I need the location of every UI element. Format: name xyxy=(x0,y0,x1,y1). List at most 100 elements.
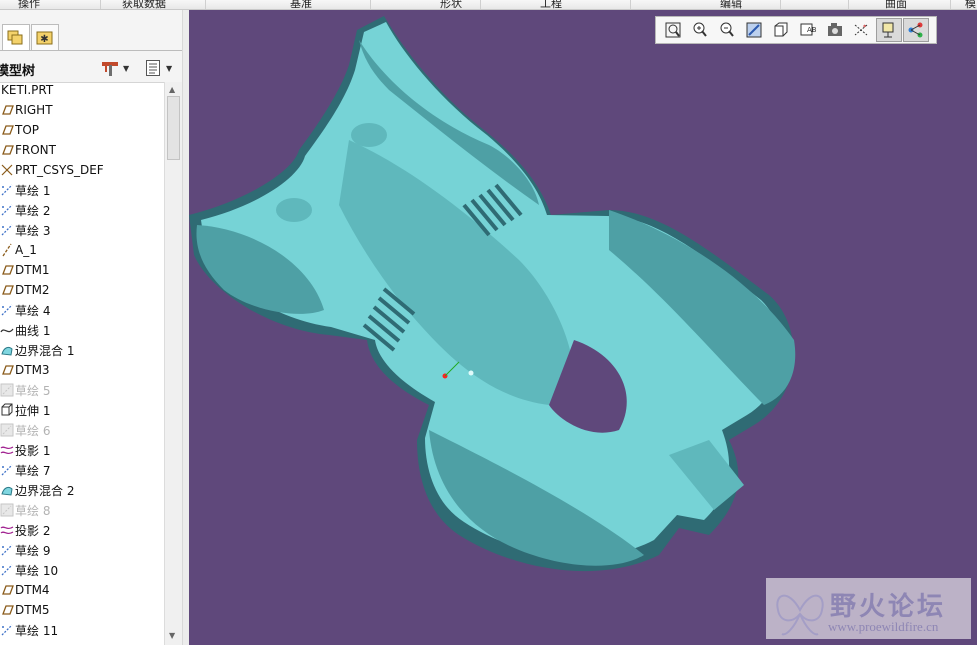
tree-item[interactable]: A_1 xyxy=(0,240,164,260)
ribbon-tab-5[interactable]: 编辑 xyxy=(720,0,742,9)
tree-item-label: DTM5 xyxy=(15,603,50,617)
tree-item[interactable]: 投影 2 xyxy=(0,520,164,540)
tree-item[interactable]: 草绘 2 xyxy=(0,200,164,220)
tree-item[interactable]: 曲线 1 xyxy=(0,320,164,340)
show-menu-button[interactable]: ▼ xyxy=(145,58,172,78)
sketch-icon xyxy=(0,623,14,637)
datum-plane-icon xyxy=(0,363,14,377)
scroll-up-icon[interactable]: ▲ xyxy=(169,85,175,94)
ribbon-tab-2[interactable]: 基准 xyxy=(290,0,312,9)
tree-item[interactable]: 草绘 11 xyxy=(0,620,164,640)
display-style-button[interactable] xyxy=(768,18,794,42)
ribbon-tab-3[interactable]: 形状 xyxy=(440,0,462,9)
tree-item-label: 草绘 2 xyxy=(15,203,51,218)
tree-item[interactable]: 投影 1 xyxy=(0,440,164,460)
ribbon-tab-0[interactable]: 操作 xyxy=(18,0,40,9)
tree-item[interactable]: TOP xyxy=(0,120,164,140)
list-settings-icon xyxy=(146,60,160,76)
butterfly-logo-icon xyxy=(776,594,824,636)
tree-scrollbar[interactable]: ▲ ▼ xyxy=(164,82,182,645)
ribbon-separator xyxy=(100,0,101,9)
tree-item-label: 曲线 1 xyxy=(15,323,51,338)
ribbon-tab-4[interactable]: 工程 xyxy=(540,0,562,9)
projection-icon xyxy=(0,443,14,457)
repaint-icon xyxy=(746,22,762,38)
tree-item[interactable]: 边界混合 2 xyxy=(0,480,164,500)
svg-text:*: * xyxy=(863,24,866,31)
zoom-in-button[interactable] xyxy=(687,18,713,42)
layers-icon xyxy=(7,30,23,44)
tree-item[interactable]: DTM5 xyxy=(0,600,164,620)
zoom-out-icon xyxy=(720,22,734,37)
repaint-button[interactable] xyxy=(741,18,767,42)
tree-item[interactable]: DTM2 xyxy=(0,280,164,300)
ribbon-tab-1[interactable]: 获取数据 xyxy=(122,0,166,9)
ribbon-separator xyxy=(480,0,481,9)
view-manager-button[interactable] xyxy=(822,18,848,42)
sketch-icon xyxy=(0,223,14,237)
spin-center-icon xyxy=(908,22,923,38)
ribbon-tab-7[interactable]: 模 xyxy=(965,0,976,9)
tree-item-label: 草绘 8 xyxy=(15,503,51,518)
tree-item[interactable]: 草绘 10 xyxy=(0,560,164,580)
datum-plane-icon xyxy=(0,103,14,117)
tree-item-label: 草绘 5 xyxy=(15,383,51,398)
tree-item-label: 草绘 6 xyxy=(15,423,51,438)
annotation-display-icon xyxy=(882,22,894,38)
tree-item[interactable]: DTM4 xyxy=(0,580,164,600)
hammer-icon xyxy=(102,62,118,76)
svg-text:AB: AB xyxy=(807,26,817,34)
left-panel: ✱ 模型树 ▼ ▼ KETI.PRT RIGHT TOP FRONT PRT_CSYS_… xyxy=(0,10,189,645)
tree-item[interactable]: FRONT xyxy=(0,140,164,160)
chevron-down-icon: ▼ xyxy=(166,63,173,73)
tree-settings-button[interactable]: ▼ xyxy=(100,58,129,78)
datum-plane-icon xyxy=(0,583,14,597)
tree-item-label: 草绘 1 xyxy=(15,183,51,198)
ribbon-separator xyxy=(950,0,951,9)
tree-item-label: 投影 1 xyxy=(15,443,51,458)
saved-views-button[interactable]: AB xyxy=(795,18,821,42)
tree-item[interactable]: 边界混合 1 xyxy=(0,340,164,360)
scrollbar-thumb[interactable] xyxy=(167,96,180,160)
tree-item[interactable]: PRT_CSYS_DEF xyxy=(0,160,164,180)
tree-item-label: TOP xyxy=(15,123,40,137)
ribbon-tab-6[interactable]: 曲面 xyxy=(885,0,907,9)
graphics-viewport[interactable]: AB * 野火论坛 www.proewildfire.cn xyxy=(189,10,977,645)
tree-item-label: DTM1 xyxy=(15,263,50,277)
datum-plane-icon xyxy=(0,123,14,137)
race-car-body-model xyxy=(189,16,796,572)
tab-favorites[interactable]: ✱ xyxy=(31,24,59,50)
tree-item[interactable]: 草绘 9 xyxy=(0,540,164,560)
tree-item[interactable]: 草绘 7 xyxy=(0,460,164,480)
datum-display-button[interactable]: * xyxy=(849,18,875,42)
tree-item[interactable]: 草绘 3 xyxy=(0,220,164,240)
tab-model-tree[interactable] xyxy=(2,24,30,50)
ribbon-separator xyxy=(370,0,371,9)
spin-center-button[interactable] xyxy=(903,18,929,42)
tree-item[interactable]: DTM3 xyxy=(0,360,164,380)
tree-item[interactable]: 草绘 8 xyxy=(0,500,164,520)
refit-button[interactable] xyxy=(660,18,686,42)
axis-icon xyxy=(0,243,14,257)
sketch-icon xyxy=(0,303,14,317)
watermark-url: www.proewildfire.cn xyxy=(828,619,939,634)
tree-item[interactable]: RIGHT xyxy=(0,100,164,120)
forum-watermark: 野火论坛 www.proewildfire.cn xyxy=(766,578,971,639)
tree-item[interactable]: KETI.PRT xyxy=(0,83,164,100)
tree-item[interactable]: 拉伸 1 xyxy=(0,400,164,420)
tree-item[interactable]: DTM1 xyxy=(0,260,164,280)
zoom-in-icon xyxy=(693,22,707,37)
ribbon-separator xyxy=(205,0,206,9)
tree-item-label: 草绘 11 xyxy=(15,623,59,638)
annotation-display-button[interactable] xyxy=(876,18,902,42)
tree-item[interactable]: 草绘 5 xyxy=(0,380,164,400)
sketch-icon xyxy=(0,563,14,577)
tree-item[interactable]: 草绘 1 xyxy=(0,180,164,200)
extrude-icon xyxy=(0,403,14,417)
tree-item[interactable]: 草绘 6 xyxy=(0,420,164,440)
datum-display-icon: * xyxy=(854,24,868,36)
tree-item[interactable]: 草绘 4 xyxy=(0,300,164,320)
scroll-down-icon[interactable]: ▼ xyxy=(169,631,175,640)
zoom-out-button[interactable] xyxy=(714,18,740,42)
panel-splitter[interactable] xyxy=(182,10,189,645)
